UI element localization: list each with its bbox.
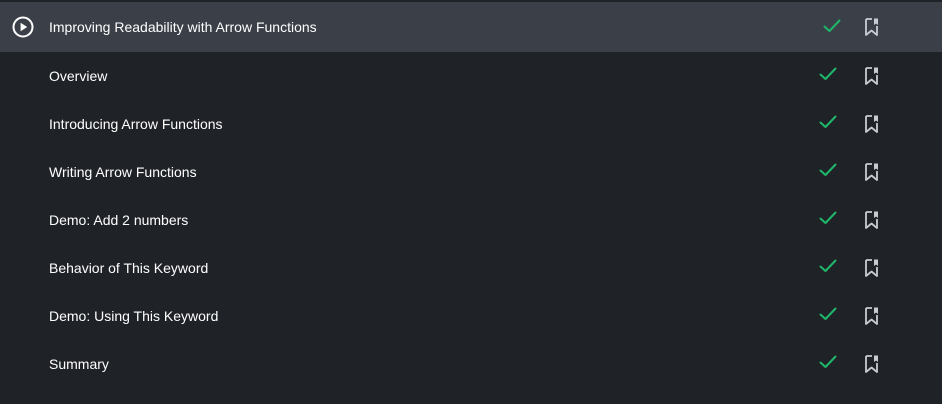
clip-title: Demo: Using This Keyword	[49, 308, 219, 324]
bookmark-icon[interactable]	[864, 354, 880, 374]
check-icon	[819, 259, 837, 272]
clip-row[interactable]: Writing Arrow Functions	[0, 148, 942, 196]
clip-title: Writing Arrow Functions	[49, 164, 197, 180]
check-icon	[819, 211, 837, 224]
clip-title: Demo: Add 2 numbers	[49, 212, 189, 228]
check-icon	[819, 163, 837, 176]
bookmark-icon[interactable]	[864, 306, 880, 326]
course-contents-panel: Improving Readability with Arrow Functio…	[0, 0, 942, 404]
check-icon	[819, 67, 837, 80]
module-title: Improving Readability with Arrow Functio…	[49, 19, 317, 35]
clip-row[interactable]: Demo: Using This Keyword	[0, 292, 942, 340]
clip-title: Behavior of This Keyword	[49, 260, 209, 276]
clip-row[interactable]: Behavior of This Keyword	[0, 244, 942, 292]
bookmark-icon[interactable]	[864, 258, 880, 278]
bookmark-icon[interactable]	[864, 162, 880, 182]
check-icon	[823, 19, 841, 32]
clip-title: Summary	[49, 356, 109, 372]
check-icon	[819, 115, 837, 128]
clip-row[interactable]: Summary	[0, 340, 942, 388]
bookmark-icon[interactable]	[864, 17, 880, 37]
clip-row[interactable]: Demo: Add 2 numbers	[0, 196, 942, 244]
clip-title: Overview	[49, 68, 108, 84]
clip-row[interactable]: Overview	[0, 52, 942, 100]
play-circle-icon[interactable]	[12, 16, 34, 38]
clip-row[interactable]: Introducing Arrow Functions	[0, 100, 942, 148]
check-icon	[819, 307, 837, 320]
bookmark-icon[interactable]	[864, 66, 880, 86]
module-header-row[interactable]: Improving Readability with Arrow Functio…	[0, 2, 942, 52]
check-icon	[819, 355, 837, 368]
clip-title: Introducing Arrow Functions	[49, 116, 223, 132]
bookmark-icon[interactable]	[864, 210, 880, 230]
bookmark-icon[interactable]	[864, 114, 880, 134]
